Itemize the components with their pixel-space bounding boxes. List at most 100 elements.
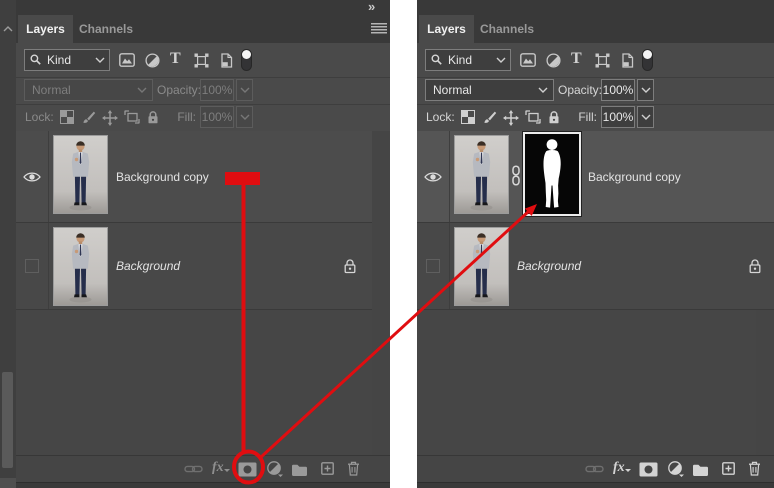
blend-mode-dropdown[interactable]: Normal xyxy=(24,79,153,101)
filter-type-layers-icon[interactable]: T xyxy=(170,50,181,68)
layer-name[interactable]: Background copy xyxy=(116,131,209,222)
layer-mask-thumbnail[interactable] xyxy=(522,131,582,217)
tab-layers[interactable]: Layers xyxy=(419,15,474,43)
tab-layers[interactable]: Layers xyxy=(18,15,73,43)
blend-mode-dropdown[interactable]: Normal xyxy=(425,79,554,101)
opacity-dropdown-button[interactable] xyxy=(637,79,654,101)
filter-kind-label: Kind xyxy=(47,53,72,67)
filtering-toggle[interactable] xyxy=(241,49,252,71)
layer-locked-icon xyxy=(343,258,357,274)
lock-transparent-pixels-icon[interactable] xyxy=(461,110,475,124)
fill-value[interactable]: 100% xyxy=(200,106,234,128)
fill-label: Fill: xyxy=(578,110,597,124)
lock-label: Lock: xyxy=(25,110,54,124)
layers-list: Background copy Background xyxy=(417,131,774,455)
fill-dropdown-button[interactable] xyxy=(637,106,654,128)
chevron-down-icon xyxy=(538,87,548,93)
panel-menu-icon[interactable] xyxy=(371,23,387,35)
filter-adjustment-layers-icon[interactable] xyxy=(546,53,561,68)
eye-icon[interactable] xyxy=(424,171,442,183)
opacity-label: Opacity: xyxy=(558,83,603,97)
layer-row-background-copy[interactable]: Background copy xyxy=(16,131,372,223)
layer-effects-button[interactable]: fx xyxy=(613,460,631,476)
layers-list: Background copy Background xyxy=(16,131,390,455)
layers-toolbar: fx xyxy=(417,455,774,482)
layer-name[interactable]: Background copy xyxy=(588,131,681,222)
collapse-panel-icon[interactable] xyxy=(3,26,13,32)
filter-smart-objects-icon[interactable] xyxy=(621,53,634,68)
fill-label: Fill: xyxy=(177,110,196,124)
opacity-value[interactable]: 100% xyxy=(200,79,234,101)
layer-row-background-copy[interactable]: Background copy xyxy=(417,131,774,223)
lock-all-icon[interactable] xyxy=(147,110,159,125)
filtering-toggle[interactable] xyxy=(642,49,653,71)
gutter-footer xyxy=(0,478,16,488)
collapse-to-icons-icon[interactable]: » xyxy=(368,0,375,14)
link-layers-button[interactable] xyxy=(184,464,203,474)
layer-name[interactable]: Background xyxy=(517,223,581,309)
filter-shape-layers-icon[interactable] xyxy=(194,53,209,68)
left-dock-gutter xyxy=(0,0,16,488)
filter-adjustment-layers-icon[interactable] xyxy=(145,53,160,68)
link-layers-button[interactable] xyxy=(585,464,604,474)
filter-row: Kind T xyxy=(417,43,774,78)
layer-thumbnail[interactable] xyxy=(454,227,509,306)
scrollbar-thumb[interactable] xyxy=(2,372,13,468)
layer-thumbnail[interactable] xyxy=(454,135,509,214)
add-layer-mask-button[interactable] xyxy=(238,462,257,477)
lock-all-icon[interactable] xyxy=(548,110,560,125)
panel-top-strip: » xyxy=(16,0,390,15)
lock-position-icon[interactable] xyxy=(102,110,118,126)
tab-channels[interactable]: Channels xyxy=(474,15,540,43)
layers-panel-before: » Layers Channels Kind T Normal Opacity:… xyxy=(16,0,390,488)
mask-link-icon[interactable] xyxy=(510,165,522,186)
layers-toolbar: fx xyxy=(16,455,390,482)
delete-layer-button[interactable] xyxy=(347,461,360,476)
layer-thumbnail[interactable] xyxy=(53,135,108,214)
new-layer-button[interactable] xyxy=(722,462,735,475)
opacity-dropdown-button[interactable] xyxy=(236,79,253,101)
new-layer-button[interactable] xyxy=(321,462,334,475)
chevron-down-icon xyxy=(496,57,506,63)
filter-kind-label: Kind xyxy=(448,53,473,67)
filter-type-layers-icon[interactable]: T xyxy=(571,50,582,68)
fill-dropdown-button[interactable] xyxy=(236,106,253,128)
list-edge-strip xyxy=(372,131,390,455)
layer-row-background[interactable]: Background xyxy=(417,223,774,310)
fill-value[interactable]: 100% xyxy=(601,106,635,128)
chevron-down-icon xyxy=(95,57,105,63)
opacity-value[interactable]: 100% xyxy=(601,79,635,101)
eye-icon[interactable] xyxy=(23,171,41,183)
add-layer-mask-button[interactable] xyxy=(639,462,658,477)
filter-pixel-layers-icon[interactable] xyxy=(119,53,135,67)
lock-image-pixels-icon[interactable] xyxy=(82,110,96,124)
layer-name[interactable]: Background xyxy=(116,223,180,309)
lock-artboard-icon[interactable] xyxy=(124,110,140,124)
new-adjustment-layer-button[interactable] xyxy=(267,461,283,477)
lock-transparent-pixels-icon[interactable] xyxy=(60,110,74,124)
chevron-down-icon xyxy=(137,87,147,93)
lock-position-icon[interactable] xyxy=(503,110,519,126)
new-adjustment-layer-button[interactable] xyxy=(668,461,684,477)
blend-row: Normal Opacity: 100% xyxy=(417,78,774,105)
panel-tab-bar: Layers Channels xyxy=(417,15,774,44)
lock-image-pixels-icon[interactable] xyxy=(483,110,497,124)
new-group-button[interactable] xyxy=(692,463,709,476)
filter-pixel-layers-icon[interactable] xyxy=(520,53,536,67)
tab-channels[interactable]: Channels xyxy=(73,15,139,43)
visibility-checkbox[interactable] xyxy=(25,259,39,273)
layer-row-background[interactable]: Background xyxy=(16,223,372,310)
filter-kind-dropdown[interactable]: Kind xyxy=(425,49,511,71)
left-screenshot: » Layers Channels Kind T Normal Opacity:… xyxy=(0,0,390,488)
lock-artboard-icon[interactable] xyxy=(525,110,541,124)
layer-thumbnail[interactable] xyxy=(53,227,108,306)
delete-layer-button[interactable] xyxy=(748,461,761,476)
filter-kind-dropdown[interactable]: Kind xyxy=(24,49,110,71)
filter-shape-layers-icon[interactable] xyxy=(595,53,610,68)
visibility-column xyxy=(417,131,450,222)
panel-top-strip xyxy=(417,0,774,15)
visibility-checkbox[interactable] xyxy=(426,259,440,273)
filter-smart-objects-icon[interactable] xyxy=(220,53,233,68)
new-group-button[interactable] xyxy=(291,463,308,476)
layer-effects-button[interactable]: fx xyxy=(212,460,230,476)
